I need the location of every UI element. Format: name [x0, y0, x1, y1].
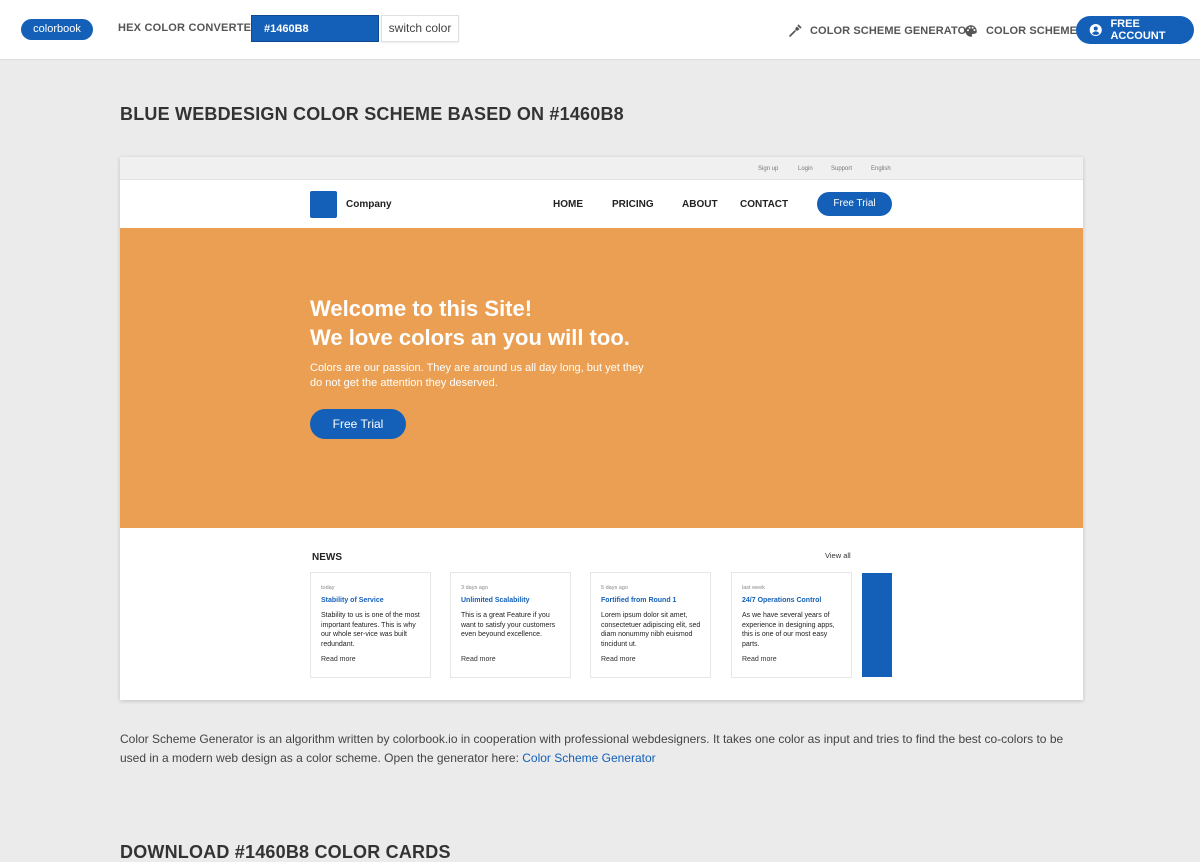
- read-more-link[interactable]: Read more: [742, 656, 777, 663]
- card-date: today: [321, 585, 335, 591]
- company-logo[interactable]: [310, 191, 337, 218]
- nav-contact[interactable]: CONTACT: [740, 199, 788, 210]
- news-card[interactable]: today Stability of Service Stability to …: [310, 572, 431, 678]
- card-title[interactable]: Fortified from Round 1: [601, 597, 676, 604]
- header-free-trial-button[interactable]: Free Trial: [817, 192, 892, 216]
- card-text: As we have several years of experience i…: [742, 612, 835, 648]
- news-card[interactable]: last week 24/7 Operations Control As we …: [731, 572, 852, 678]
- color-schemes-link[interactable]: COLOR SCHEMES: [964, 24, 1084, 38]
- page-title: BLUE WEBDESIGN COLOR SCHEME BASED ON #14…: [120, 104, 624, 124]
- read-more-link[interactable]: Read more: [601, 656, 636, 663]
- hero-title-line-2: We love colors an you will too.: [310, 325, 630, 350]
- view-all-link[interactable]: View all: [825, 551, 851, 560]
- card-date: last week: [742, 585, 765, 591]
- card-text: Lorem ipsum dolor sit amet, consectetuer…: [601, 612, 701, 648]
- description-text: Color Scheme Generator is an algorithm w…: [120, 730, 1070, 768]
- website-preview: Sign up Login Support English Company HO…: [120, 157, 1083, 700]
- language-link[interactable]: English: [871, 166, 891, 172]
- eyedropper-icon: [789, 24, 802, 37]
- hero-free-trial-button[interactable]: Free Trial: [310, 409, 406, 439]
- switch-color-button[interactable]: switch color: [381, 15, 459, 42]
- support-link[interactable]: Support: [831, 166, 852, 172]
- palette-icon: [965, 25, 977, 37]
- hero-title: Welcome to this Site! We love colors an …: [310, 294, 630, 352]
- site-header: Company HOME PRICING ABOUT CONTACT Free …: [120, 180, 1083, 228]
- login-link[interactable]: Login: [798, 166, 813, 172]
- news-card[interactable]: 5 days ago Fortified from Round 1 Lorem …: [590, 572, 711, 678]
- nav-home[interactable]: HOME: [553, 199, 583, 210]
- news-card[interactable]: 3 days ago Unlimited Scalability This is…: [450, 572, 571, 678]
- card-title[interactable]: Unlimited Scalability: [461, 597, 529, 604]
- highlight-card[interactable]: [862, 573, 892, 677]
- read-more-link[interactable]: Read more: [461, 656, 496, 663]
- sign-up-link[interactable]: Sign up: [758, 166, 778, 172]
- color-scheme-generator-inline-link[interactable]: Color Scheme Generator: [522, 751, 655, 765]
- card-text: This is a great Feature if you want to s…: [461, 612, 556, 639]
- nav-about[interactable]: ABOUT: [682, 199, 718, 210]
- hex-converter-label[interactable]: HEX COLOR CONVERTER: [118, 22, 259, 34]
- hex-color-input[interactable]: [251, 15, 379, 42]
- color-scheme-generator-link[interactable]: COLOR SCHEME GENERATOR: [788, 24, 974, 38]
- card-date: 5 days ago: [601, 585, 628, 591]
- color-scheme-generator-label: COLOR SCHEME GENERATOR: [810, 25, 975, 37]
- download-color-cards-title: DOWNLOAD #1460B8 COLOR CARDS: [120, 842, 451, 862]
- hero-section: Welcome to this Site! We love colors an …: [120, 228, 1083, 528]
- top-navigation: colorbook HEX COLOR CONVERTER switch col…: [0, 0, 1200, 60]
- read-more-link[interactable]: Read more: [321, 656, 356, 663]
- nav-pricing[interactable]: PRICING: [612, 199, 654, 210]
- card-title[interactable]: 24/7 Operations Control: [742, 597, 821, 604]
- utility-bar: Sign up Login Support English: [120, 157, 1083, 180]
- card-title[interactable]: Stability of Service: [321, 597, 384, 604]
- hero-title-line-1: Welcome to this Site!: [310, 296, 533, 321]
- company-name[interactable]: Company: [346, 199, 392, 210]
- card-text: Stability to us is one of the most impor…: [321, 612, 420, 648]
- hero-text: Colors are our passion. They are around …: [310, 362, 644, 389]
- news-heading: NEWS: [312, 552, 342, 563]
- colorbook-logo[interactable]: colorbook: [21, 19, 93, 40]
- account-icon: [1089, 23, 1102, 37]
- card-date: 3 days ago: [461, 585, 488, 591]
- free-account-label: FREE ACCOUNT: [1110, 18, 1166, 42]
- free-account-button[interactable]: FREE ACCOUNT: [1076, 16, 1194, 44]
- color-schemes-label: COLOR SCHEMES: [986, 25, 1085, 37]
